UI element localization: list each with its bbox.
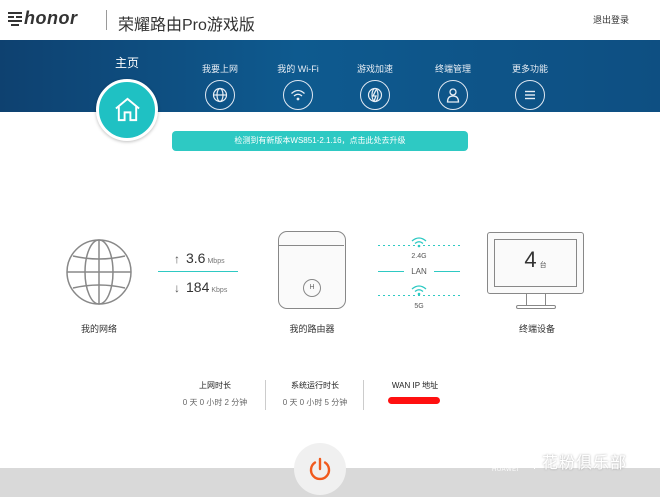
wifi-24g-line [378,245,460,246]
router-label: 我的路由器 [289,324,335,334]
online-duration-label: 上网时长 [199,381,231,390]
uptime-value: 0 天 0 小时 5 分钟 [282,398,348,407]
home-icon [115,97,140,122]
devices-count-unit: 台 [539,262,547,269]
brand-logo-text: honor [24,8,78,28]
globe-icon [205,80,235,110]
power-button[interactable] [294,443,346,495]
logo-divider [106,10,107,30]
menu-icon [515,80,545,110]
upload-speed: ↑ 3.6 Mbps [174,250,225,266]
stat-divider [363,380,364,410]
stat-divider [265,380,266,410]
logout-link[interactable]: 退出登录 [593,13,629,26]
wan-ip-label: WAN IP 地址 [391,381,439,390]
wifi-icon [283,80,313,110]
club-name: 花粉俱乐部 [542,455,628,472]
wan-ip-redaction [388,397,440,404]
conn-24g-label: 2.4G [411,253,427,260]
home-button[interactable] [96,79,158,141]
nav-item-more[interactable]: 更多功能 [495,62,565,110]
firmware-update-notice[interactable]: 检测到有新版本WS851-2.1.16，点击此处去升级 [172,131,468,151]
nav-item-label: 更多功能 [511,64,548,74]
internet-globe-icon[interactable] [64,237,134,307]
download-value: 184 [186,279,210,295]
download-arrow-icon: ↓ [174,281,180,295]
devices-monitor-icon[interactable]: 4台 [487,232,584,294]
router-top [279,232,344,246]
lan-line-right [434,271,460,272]
nav-item-wifi[interactable]: 我的 Wi-Fi [263,62,333,110]
monitor-base [516,305,556,309]
wifi-24g-icon [411,237,427,248]
app-title: 荣耀路由Pro游戏版 [118,17,255,34]
devices-label: 终端设备 [518,324,555,334]
speed-divider [158,271,238,272]
online-duration-value: 0 天 0 小时 2 分钟 [182,398,248,407]
top-bar: honor 荣耀路由Pro游戏版 退出登录 [0,0,660,40]
lan-line-left [378,271,404,272]
conn-5g-label: 5G [414,303,424,310]
power-icon [309,457,331,481]
router-badge: H [303,279,321,297]
nav-item-game-accel[interactable]: 游戏加速 [340,62,410,110]
download-speed: ↓ 184 Kbps [174,279,227,295]
nav-item-internet[interactable]: 我要上网 [185,62,255,110]
upload-value: 3.6 [186,250,206,266]
devices-count-value: 4 [524,247,537,272]
upload-arrow-icon: ↑ [174,252,180,266]
huawei-club-watermark: HUAWEI 花粉俱乐部 [488,448,648,474]
conn-lan-label: LAN [411,267,427,276]
router-device-icon[interactable]: H [278,231,346,309]
honor-logo-icon [8,12,22,26]
nav-item-label: 游戏加速 [356,64,393,74]
devices-count: 4台 [488,247,583,273]
watermark-divider [534,451,535,469]
internet-label: 我的网络 [80,324,117,334]
nav-home-label: 主页 [114,56,139,70]
huawei-brand-text: HUAWEI [492,467,519,473]
nav-item-label: 终端管理 [434,64,471,74]
upload-unit: Mbps [207,258,225,265]
nav-item-label: 我的 Wi-Fi [277,64,319,74]
nav-item-devices[interactable]: 终端管理 [418,62,488,110]
download-unit: Kbps [211,287,228,294]
uptime-label: 系统运行时长 [291,381,339,390]
wifi-5g-line [378,295,460,296]
user-icon [438,80,468,110]
game-accel-icon [360,80,390,110]
huawei-logo-icon [497,449,517,465]
nav-item-label: 我要上网 [201,64,238,74]
